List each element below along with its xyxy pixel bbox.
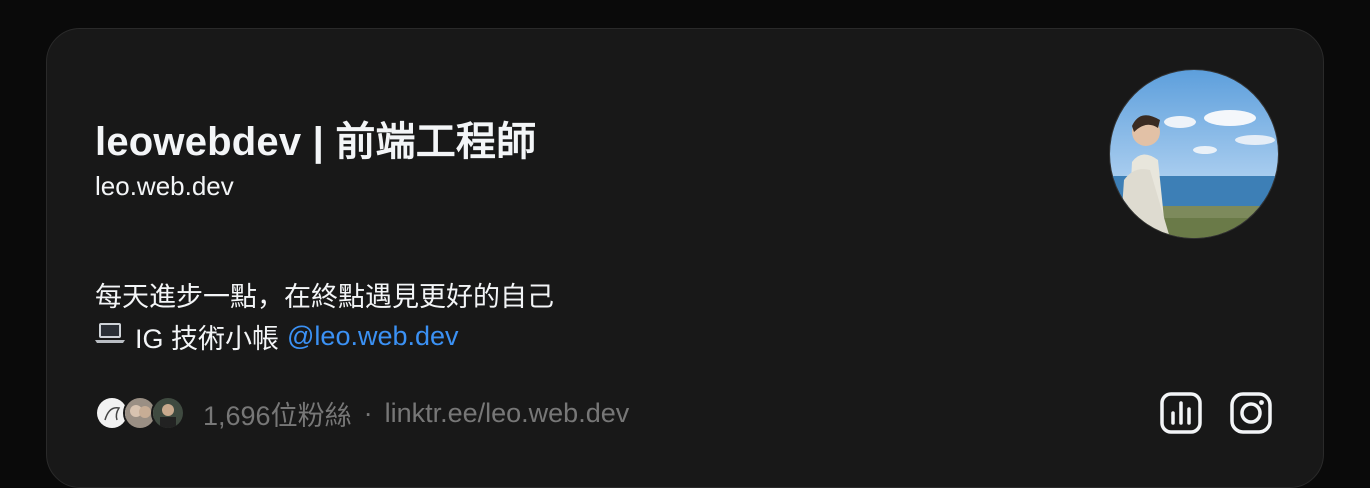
profile-display-name: leowebdev | 前端工程師	[95, 120, 537, 164]
external-link[interactable]: linktr.ee/leo.web.dev	[385, 398, 630, 429]
bio-line-2-text: IG 技術小帳	[135, 324, 280, 354]
follower-avatars[interactable]	[95, 396, 185, 430]
profile-username[interactable]: leo.web.dev	[95, 171, 234, 202]
footer-separator: ·	[363, 397, 373, 428]
instagram-button[interactable]	[1227, 389, 1275, 437]
profile-card: leowebdev | 前端工程師 leo.web.dev 每天進步一點，在終點	[46, 28, 1324, 488]
bio-line-1: 每天進步一點，在終點遇見更好的自己	[95, 282, 554, 312]
follower-avatar	[151, 396, 185, 430]
profile-avatar[interactable]	[1109, 69, 1279, 239]
avatar-photo	[1110, 70, 1278, 238]
insights-button[interactable]	[1157, 389, 1205, 437]
profile-footer: 1,696位粉絲 · linktr.ee/leo.web.dev	[95, 393, 629, 433]
bio-mention-link[interactable]: @leo.web.dev	[287, 321, 459, 352]
laptop-emoji-icon	[95, 321, 125, 352]
follower-count[interactable]: 1,696位粉絲	[203, 394, 352, 433]
bio-line-2: IG 技術小帳 @leo.web.dev	[95, 317, 459, 356]
bar-chart-icon	[1160, 392, 1202, 434]
instagram-icon	[1230, 392, 1272, 434]
